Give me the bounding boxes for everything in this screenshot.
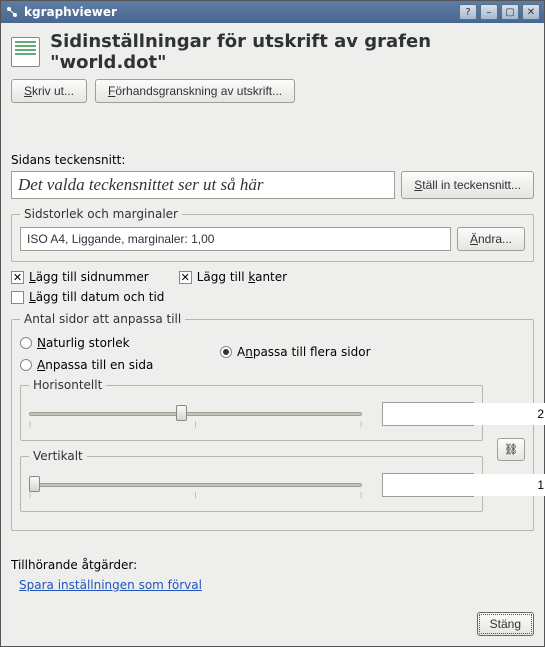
checks-row: ✕ Lägg till sidnummer ✕ Lägg till kanter bbox=[11, 270, 534, 284]
fit-many-label: Anpassa till flera sidor bbox=[237, 345, 371, 359]
document-icon bbox=[11, 37, 40, 67]
add-borders-check[interactable]: ✕ Lägg till kanter bbox=[179, 270, 287, 284]
page-size-group: Sidstorlek och marginaler Ändra... bbox=[11, 207, 534, 262]
print-button[interactable]: Skriv ut... bbox=[11, 79, 87, 103]
add-borders-label: Lägg till kanter bbox=[197, 270, 287, 284]
fit-layout: Naturlig storlek Anpassa till en sida An… bbox=[20, 332, 525, 378]
maximize-button[interactable]: ▢ bbox=[501, 4, 519, 20]
horizontal-legend: Horisontellt bbox=[29, 378, 106, 392]
preview-button[interactable]: Förhandsgranskning av utskrift... bbox=[95, 79, 295, 103]
radio-icon bbox=[20, 359, 32, 371]
checkbox-icon: ✕ bbox=[11, 271, 24, 284]
add-pagenum-label: Lägg till sidnummer bbox=[29, 270, 149, 284]
font-section-label: Sidans teckensnitt: bbox=[11, 153, 534, 167]
close-row: Stäng bbox=[11, 612, 534, 636]
natural-size-radio[interactable]: Naturlig storlek bbox=[20, 336, 220, 350]
page-size-input[interactable] bbox=[20, 227, 451, 251]
chain-link-icon: ⛓ bbox=[504, 443, 518, 456]
radio-icon bbox=[220, 346, 232, 358]
minimize-button[interactable]: – bbox=[480, 4, 498, 20]
page-size-row: Ändra... bbox=[20, 227, 525, 251]
related-label: Tillhörande åtgärder: bbox=[11, 558, 534, 572]
add-datetime-check[interactable]: Lägg till datum och tid bbox=[11, 290, 534, 304]
fit-right-col: Anpassa till flera sidor bbox=[220, 332, 371, 378]
fit-many-radio[interactable]: Anpassa till flera sidor bbox=[220, 345, 371, 359]
vertical-legend: Vertikalt bbox=[29, 449, 87, 463]
radio-icon bbox=[20, 337, 32, 349]
horizontal-group: Horisontellt ||| ▲ ▼ bbox=[20, 378, 483, 441]
checkbox-icon: ✕ bbox=[179, 271, 192, 284]
vertical-spinner[interactable]: ▲ ▼ bbox=[382, 473, 474, 497]
horizontal-slider[interactable]: ||| bbox=[29, 403, 362, 425]
slider-handle-icon bbox=[29, 476, 40, 492]
font-row: Det valda teckensnittet ser ut så här St… bbox=[11, 171, 534, 199]
slider-block: Horisontellt ||| ▲ ▼ bbox=[20, 378, 525, 520]
close-window-button[interactable]: ✕ bbox=[522, 4, 540, 20]
header-row: Sidinställningar för utskrift av grafen … bbox=[11, 31, 534, 73]
fit-legend: Antal sidor att anpassa till bbox=[20, 312, 185, 326]
add-pagenum-check[interactable]: ✕ Lägg till sidnummer bbox=[11, 270, 149, 284]
help-button[interactable]: ? bbox=[459, 4, 477, 20]
window-controls: ? – ▢ ✕ bbox=[459, 4, 540, 20]
fit-group: Antal sidor att anpassa till Naturlig st… bbox=[11, 312, 534, 531]
page-title: Sidinställningar för utskrift av grafen … bbox=[50, 31, 534, 73]
slider-handle-icon bbox=[176, 405, 187, 421]
save-default-link[interactable]: Spara inställningen som förval bbox=[11, 578, 534, 592]
checkbox-icon bbox=[11, 291, 24, 304]
vertical-group: Vertikalt ||| ▲ ▼ bbox=[20, 449, 483, 512]
footer-section: Tillhörande åtgärder: Spara inställninge… bbox=[11, 558, 534, 636]
horizontal-value[interactable] bbox=[383, 403, 545, 425]
sliders-col: Horisontellt ||| ▲ ▼ bbox=[20, 378, 483, 520]
action-buttons-row: Skriv ut... Förhandsgranskning av utskri… bbox=[11, 79, 534, 103]
natural-size-label: Naturlig storlek bbox=[37, 336, 130, 350]
window-title: kgraphviewer bbox=[24, 5, 459, 19]
add-datetime-label: Lägg till datum och tid bbox=[29, 290, 164, 304]
change-button[interactable]: Ändra... bbox=[457, 227, 525, 251]
vertical-slider[interactable]: ||| bbox=[29, 474, 362, 496]
horizontal-row: ||| ▲ ▼ bbox=[29, 398, 474, 430]
content-area: Sidinställningar för utskrift av grafen … bbox=[1, 23, 544, 646]
app-icon bbox=[5, 5, 19, 19]
window: kgraphviewer ? – ▢ ✕ Sidinställningar fö… bbox=[0, 0, 545, 647]
set-font-button[interactable]: Ställ in teckensnitt... bbox=[401, 171, 534, 199]
fit-left-col: Naturlig storlek Anpassa till en sida bbox=[20, 332, 220, 378]
close-button[interactable]: Stäng bbox=[477, 612, 534, 636]
vertical-value[interactable] bbox=[383, 474, 545, 496]
page-size-legend: Sidstorlek och marginaler bbox=[20, 207, 182, 221]
fit-one-radio[interactable]: Anpassa till en sida bbox=[20, 358, 220, 372]
font-preview: Det valda teckensnittet ser ut så här bbox=[11, 171, 395, 199]
horizontal-spinner[interactable]: ▲ ▼ bbox=[382, 402, 474, 426]
link-axes-button[interactable]: ⛓ bbox=[497, 438, 525, 461]
vertical-row: ||| ▲ ▼ bbox=[29, 469, 474, 501]
fit-one-label: Anpassa till en sida bbox=[37, 358, 153, 372]
titlebar[interactable]: kgraphviewer ? – ▢ ✕ bbox=[1, 1, 544, 23]
